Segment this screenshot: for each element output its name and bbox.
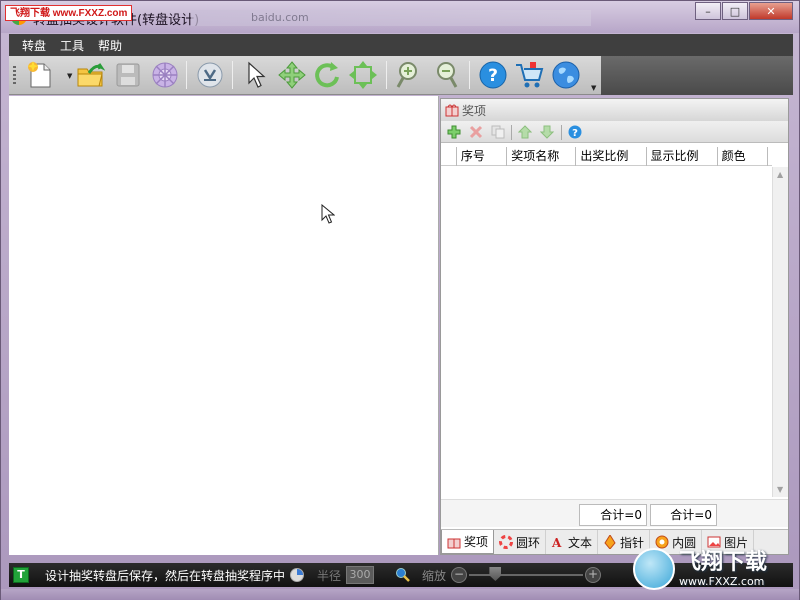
copy-icon[interactable] [491,125,505,139]
radius-label: 半径 [317,569,342,583]
status-message: 设计抽奖转盘后保存，然后在转盘抽奖程序中 [45,569,286,583]
mouse-cursor-icon [321,204,335,224]
move-up-icon[interactable] [518,125,532,139]
minimize-button[interactable]: – [695,2,721,20]
tab-text[interactable]: A 文本 [546,530,599,554]
menu-tools[interactable]: 工具 [55,35,89,56]
tab-text-label: 文本 [568,535,593,550]
zoom-minus-button[interactable]: − [451,567,467,583]
total-draw-ratio: 合计=0 [579,504,647,526]
select-pointer-icon[interactable] [241,60,271,90]
status-badge: T [13,567,29,583]
resize-icon[interactable] [348,60,378,90]
panel-header: 奖项 [441,99,788,121]
col-header-display-ratio[interactable]: 显示比例 [647,147,718,166]
menu-help[interactable]: 帮助 [93,35,127,56]
zoom-slider-track[interactable] [469,574,583,576]
menu-bar: 转盘 工具 帮助 [9,34,793,56]
background-browser-text: baidu.com [191,10,591,26]
col-header-draw-ratio[interactable]: 出奖比例 [576,147,647,166]
tab-prizes-label: 奖项 [464,535,489,549]
tab-prizes[interactable]: 奖项 [441,530,495,554]
watermark-url: www.FXXZ.com [679,574,765,588]
add-icon[interactable] [447,125,461,139]
col-header-filler [768,147,772,166]
gift-icon [447,538,461,548]
design-canvas[interactable] [9,96,439,555]
pie-progress-icon [290,568,304,582]
ring-icon [499,535,514,549]
totals-row: 合计=0 合计=0 [441,499,788,527]
vertical-scrollbar[interactable]: ▲ ▼ [772,167,788,497]
prize-grid[interactable] [441,167,772,497]
panel-toolbar-separator [561,125,562,140]
panel-help-icon[interactable]: ? [568,125,582,139]
svg-text:?: ? [488,66,498,86]
watermark-badge: 飞翔下载 www.FXXZ.com [5,5,133,21]
toolbar-separator [386,61,387,89]
col-header-color[interactable]: 颜色 [718,147,769,166]
zoom-plus-button[interactable]: + [585,567,601,583]
toolbar-separator [469,61,470,89]
delete-icon[interactable] [469,125,483,139]
radius-input[interactable]: 300 [346,566,374,584]
globe-icon[interactable] [551,60,581,90]
download-icon[interactable] [195,60,225,90]
toolbar-overflow-arrow[interactable]: ▼ [591,84,599,92]
zoom-in-icon[interactable] [395,60,425,90]
zoom-icon [396,568,410,582]
watermark-logo: 飞翔下载 www.FXXZ.com [633,541,793,597]
tab-ring-label: 圆环 [516,535,541,550]
window-controls: – □ ✕ [695,2,793,20]
watermark-text-group: 飞翔下载 www.FXXZ.com [679,549,768,588]
close-button[interactable]: ✕ [749,2,793,20]
tab-ring[interactable]: 圆环 [494,530,547,554]
watermark-bird-icon [633,548,675,590]
move-icon[interactable] [277,60,307,90]
toolbar-separator [232,61,233,89]
pointer-icon [604,535,616,549]
total-display-ratio: 合计=0 [650,504,717,526]
svg-text:A: A [551,536,562,549]
new-dropdown-arrow[interactable]: ▼ [67,72,72,80]
menu-wheel[interactable]: 转盘 [17,35,51,56]
toolbar: ▼ ? ▼ [9,56,793,95]
app-window: 转盘抽奖设计软件(转盘设计) baidu.com – □ ✕ 飞翔下载 www.… [0,0,800,600]
col-header-index[interactable]: 序号 [457,147,508,166]
toolbar-grip[interactable] [13,66,16,84]
zoom-label: 缩放 [422,569,447,583]
scroll-up-arrow-icon[interactable]: ▲ [777,170,783,179]
save-disk-icon[interactable] [113,60,143,90]
zoom-out-icon[interactable] [431,60,461,90]
prize-panel: 奖项 ? 序号 奖项名称 出奖比例 显示比例 颜色 ▲ ▼ 合计=0 合计=0 … [440,98,789,555]
rotate-icon[interactable] [312,60,342,90]
move-down-icon[interactable] [540,125,554,139]
col-header-indicator[interactable] [441,147,457,166]
grid-header: 序号 奖项名称 出奖比例 显示比例 颜色 [441,147,772,166]
panel-toolbar-separator [511,125,512,140]
svg-text:?: ? [572,128,578,139]
panel-toolbar: ? [441,121,788,143]
text-a-icon: A [551,536,562,549]
open-folder-icon[interactable] [75,60,105,90]
watermark-name: 飞翔下载 [679,549,768,575]
toolbar-separator [186,61,187,89]
wheel-design-icon[interactable] [150,60,180,90]
panel-title: 奖项 [462,103,487,118]
scroll-down-arrow-icon[interactable]: ▼ [777,485,783,494]
zoom-slider-thumb[interactable] [489,567,502,581]
new-file-icon[interactable] [25,60,55,90]
gift-icon [445,104,459,117]
cart-icon[interactable] [514,60,544,90]
help-icon[interactable]: ? [478,60,508,90]
col-header-prize-name[interactable]: 奖项名称 [507,147,577,166]
toolbar-strip: ▼ ? ▼ [9,56,601,95]
maximize-button[interactable]: □ [722,2,748,20]
